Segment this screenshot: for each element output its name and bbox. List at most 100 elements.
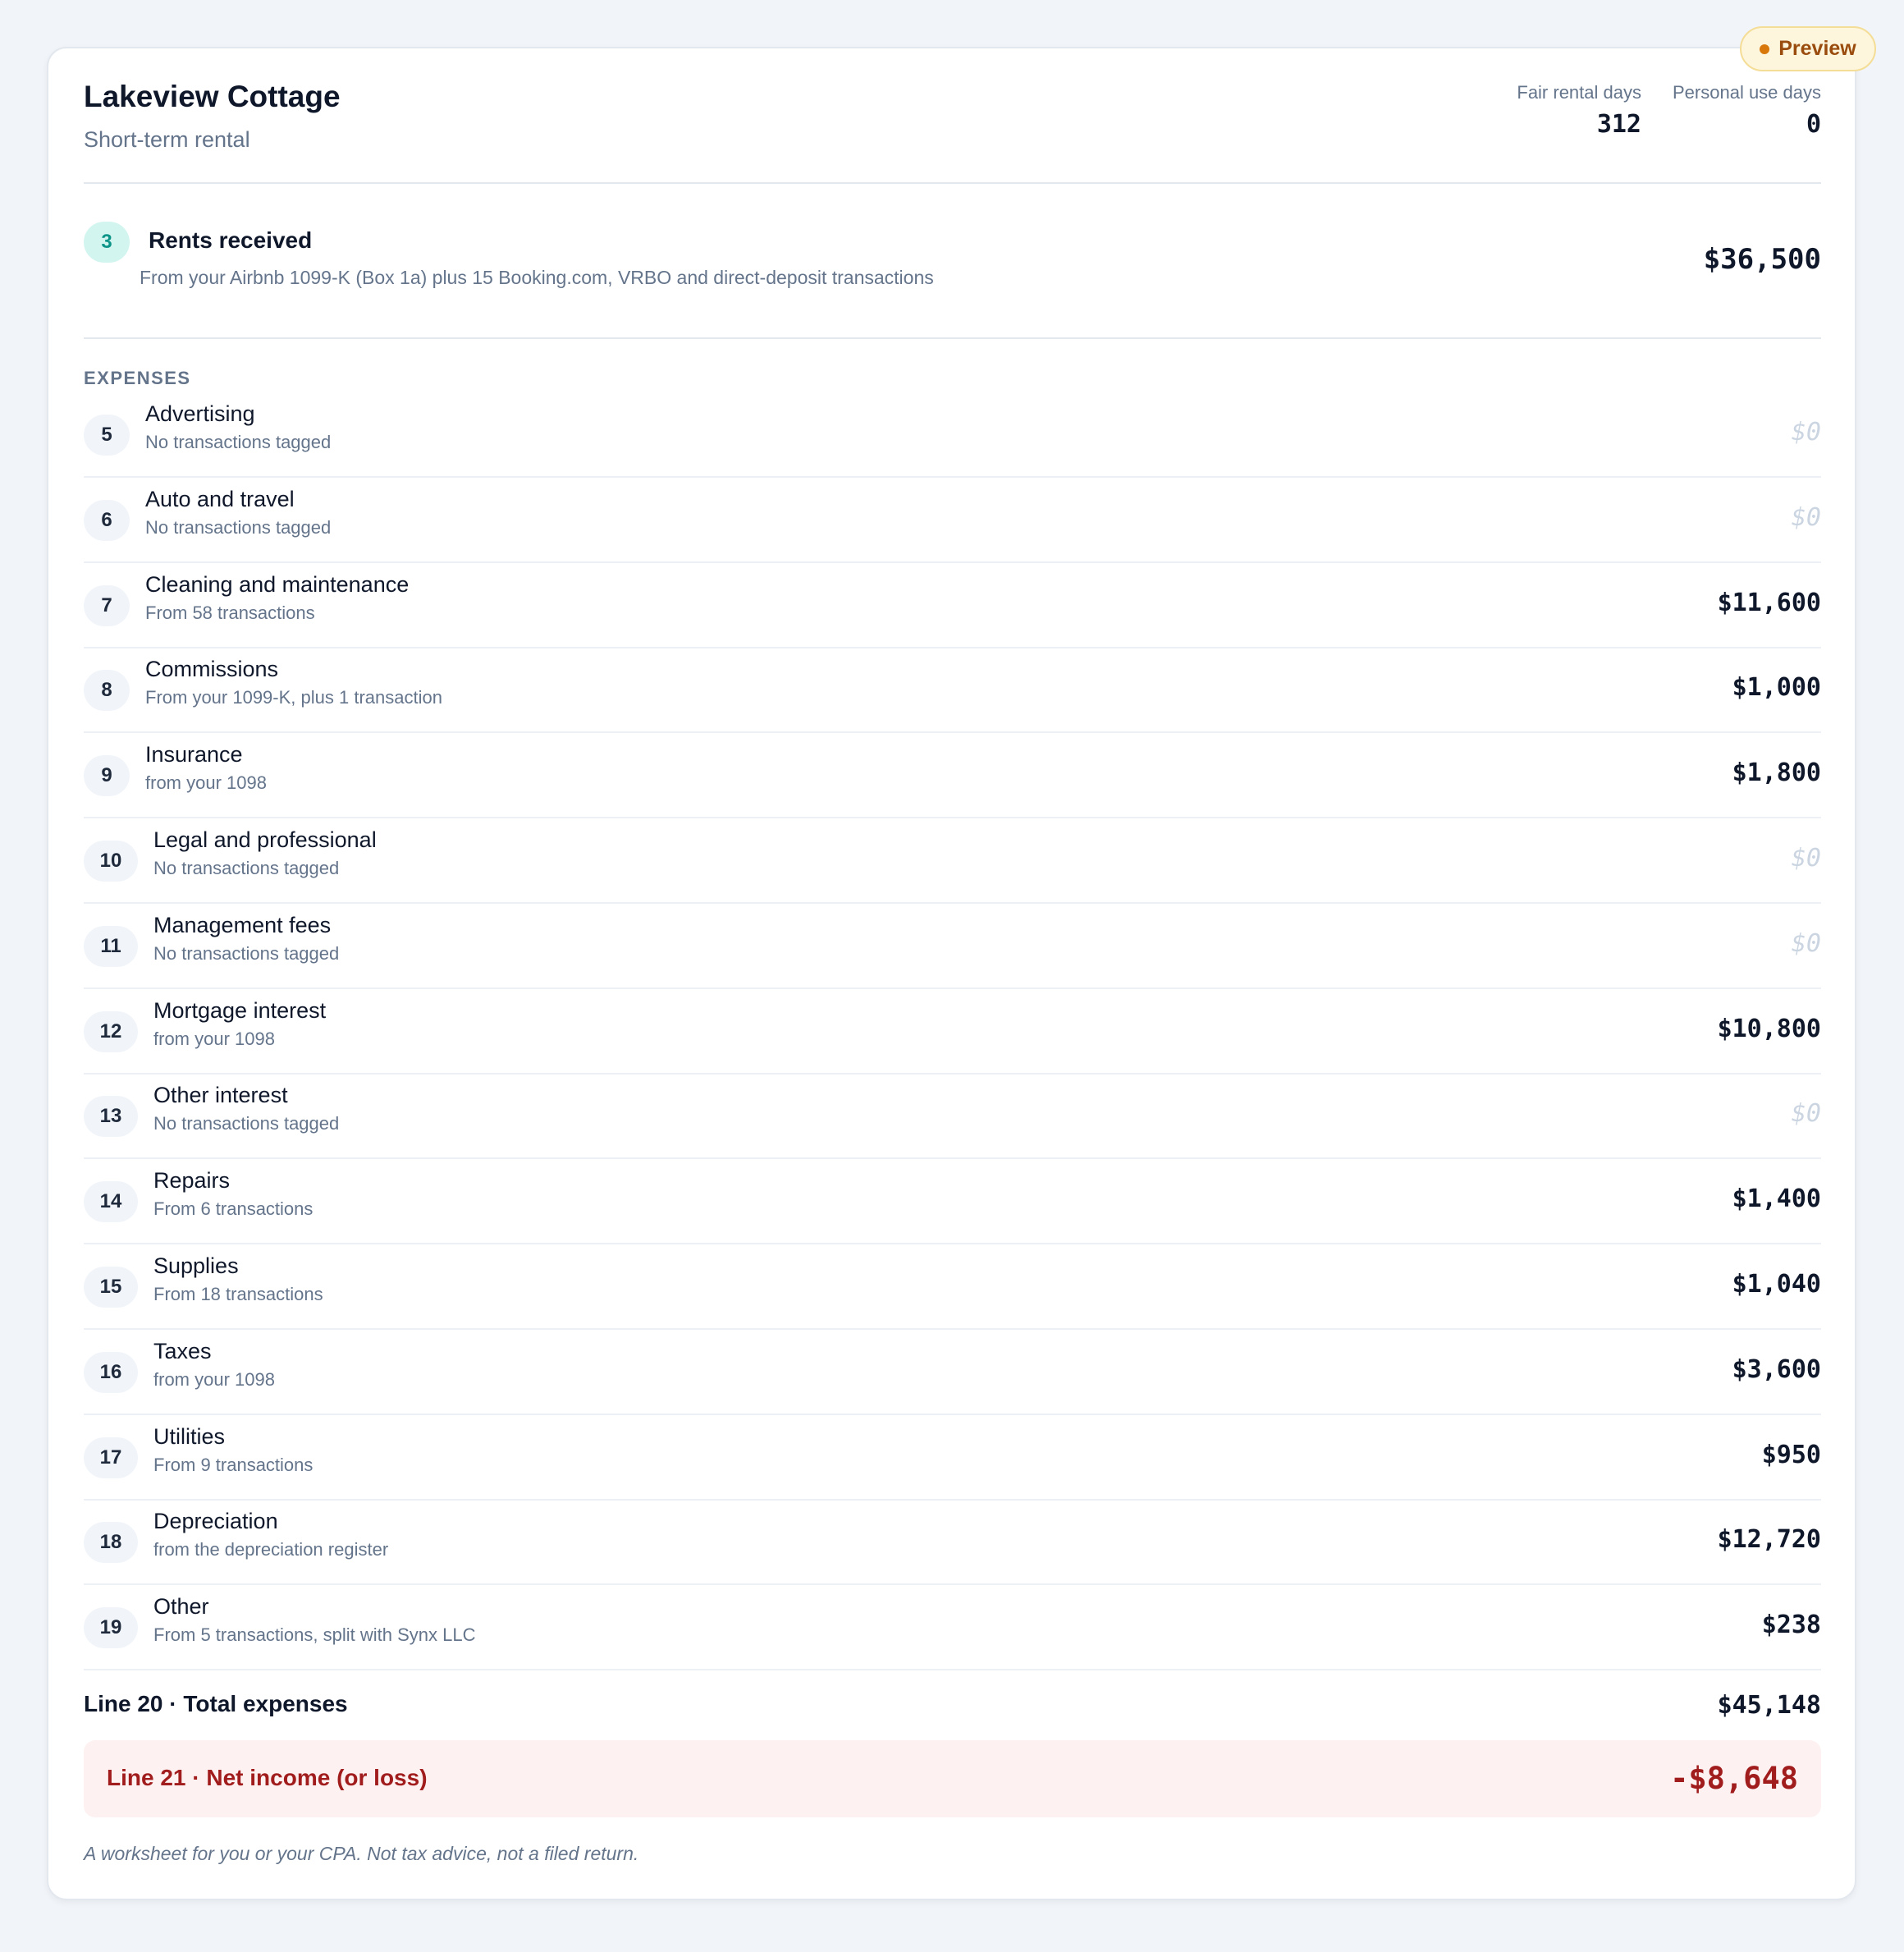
expense-amount: $1,400 bbox=[1732, 1184, 1821, 1214]
expense-row[interactable]: 10 Legal and professional No transactions … bbox=[84, 819, 1821, 904]
expense-label: Management fees bbox=[153, 912, 332, 937]
expense-row[interactable]: 7 Cleaning and maintenance From 58 transac… bbox=[84, 564, 1821, 648]
expense-row[interactable]: 16 Taxes from your 1098 $3,600 bbox=[84, 1331, 1821, 1415]
expense-label: Other bbox=[153, 1594, 209, 1620]
expense-label: Legal and professional bbox=[153, 827, 377, 852]
expense-amount: $0 bbox=[1791, 418, 1821, 447]
line-number-badge: 6 bbox=[84, 499, 130, 541]
expense-amount: $1,800 bbox=[1732, 758, 1821, 788]
line-number-badge: 8 bbox=[84, 670, 130, 712]
expense-label: Insurance bbox=[145, 742, 243, 768]
line-number-badge: 12 bbox=[84, 1010, 138, 1052]
fair-rental-days-stat: Fair rental days 312 bbox=[1517, 82, 1641, 139]
line-number-badge: 5 bbox=[84, 415, 130, 456]
expense-row[interactable]: 14 Repairs From 6 transactions $1,400 bbox=[84, 1160, 1821, 1245]
line-number-badge: 19 bbox=[84, 1607, 138, 1649]
row-divider bbox=[84, 1583, 1821, 1586]
expense-amount: $0 bbox=[1791, 844, 1821, 873]
row-divider bbox=[84, 476, 1821, 478]
expense-row[interactable]: 5 Advertising No transactions tagged $0 bbox=[84, 393, 1821, 478]
fair-rental-days-label: Fair rental days bbox=[1517, 82, 1641, 103]
line-number-badge: 11 bbox=[84, 925, 138, 967]
total-expenses-label: Line 20 · Total expenses bbox=[84, 1691, 348, 1716]
expense-row[interactable]: 12 Mortgage interest from your 1098 $10,800 bbox=[84, 990, 1821, 1075]
expense-source: No transactions tagged bbox=[153, 942, 340, 964]
row-divider bbox=[84, 1413, 1821, 1415]
row-divider bbox=[84, 1498, 1821, 1501]
status-dot-icon bbox=[1760, 44, 1770, 54]
expense-amount: $12,720 bbox=[1717, 1525, 1821, 1555]
expense-label: Repairs bbox=[153, 1168, 231, 1194]
expense-source: No transactions tagged bbox=[153, 858, 340, 878]
personal-use-days-stat: Personal use days 0 bbox=[1673, 82, 1821, 139]
row-divider bbox=[84, 561, 1821, 563]
expense-source: from your 1098 bbox=[153, 1368, 275, 1390]
expense-row[interactable]: 17 Utilities From 9 transactions $950 bbox=[84, 1416, 1821, 1501]
preview-badge: Preview bbox=[1740, 26, 1876, 71]
expense-source: from your 1098 bbox=[153, 1028, 275, 1049]
property-type: Short-term rental bbox=[84, 127, 250, 152]
expense-label: Mortgage interest bbox=[153, 997, 327, 1023]
expense-row[interactable]: 13 Other interest No transactions tagged $0 bbox=[84, 1075, 1821, 1160]
row-divider bbox=[84, 987, 1821, 989]
expense-source: From 9 transactions bbox=[153, 1454, 314, 1475]
expense-amount: $0 bbox=[1791, 1099, 1821, 1129]
expense-row[interactable]: 11 Management fees No transactions tagged $… bbox=[84, 905, 1821, 989]
preview-badge-label: Preview bbox=[1778, 37, 1856, 60]
expense-row[interactable]: 6 Auto and travel No transactions tagged $0 bbox=[84, 479, 1821, 563]
expense-amount: $950 bbox=[1761, 1440, 1821, 1469]
expense-label: Supplies bbox=[153, 1253, 239, 1278]
line-number-badge: 10 bbox=[84, 841, 138, 882]
row-divider bbox=[84, 902, 1821, 904]
expense-source: No transactions tagged bbox=[153, 1113, 340, 1134]
expense-row[interactable]: 18 Depreciation from the depreciation regi… bbox=[84, 1501, 1821, 1586]
row-divider bbox=[84, 1328, 1821, 1330]
line-number-badge: 18 bbox=[84, 1522, 138, 1564]
expense-label: Depreciation bbox=[153, 1509, 278, 1534]
expense-label: Other interest bbox=[153, 1083, 288, 1108]
expense-amount: $238 bbox=[1761, 1611, 1821, 1640]
line-number-badge: 9 bbox=[84, 755, 130, 797]
row-divider bbox=[84, 646, 1821, 648]
net-income-amount: -$8,648 bbox=[1670, 1761, 1798, 1796]
expense-row[interactable]: 9 Insurance from your 1098 $1,800 bbox=[84, 734, 1821, 819]
expense-row[interactable]: 8 Commissions From your 1099-K, plus 1 tra… bbox=[84, 648, 1821, 734]
expense-source: From your 1099-K, plus 1 transaction bbox=[145, 687, 442, 708]
expense-row[interactable]: 15 Supplies From 18 transactions $1,040 bbox=[84, 1245, 1821, 1330]
line-number-badge: 17 bbox=[84, 1437, 138, 1478]
net-income-box: Line 21 · Net income (or loss) -$8,648 bbox=[84, 1740, 1821, 1817]
rents-line-badge: 3 bbox=[84, 222, 130, 263]
expense-source: From 18 transactions bbox=[153, 1284, 323, 1304]
expense-source: from your 1098 bbox=[145, 772, 267, 794]
row-divider bbox=[84, 1669, 1821, 1671]
line-number-badge: 7 bbox=[84, 584, 130, 626]
fair-rental-days-value: 312 bbox=[1596, 110, 1641, 139]
expense-amount: $1,040 bbox=[1732, 1270, 1821, 1299]
expense-row[interactable]: 19 Other From 5 transactions, split with S… bbox=[84, 1586, 1821, 1671]
expense-label: Utilities bbox=[153, 1423, 226, 1449]
personal-use-days-label: Personal use days bbox=[1673, 82, 1821, 103]
rents-divider bbox=[84, 337, 1821, 339]
expense-source: from the depreciation register bbox=[153, 1539, 389, 1560]
expense-amount: $1,000 bbox=[1732, 673, 1821, 703]
line-number-badge: 14 bbox=[84, 1181, 138, 1223]
expense-amount: $11,600 bbox=[1717, 588, 1821, 617]
row-divider bbox=[84, 1157, 1821, 1160]
disclaimer-footnote: A worksheet for you or your CPA. Not tax… bbox=[84, 1843, 639, 1864]
expense-amount: $0 bbox=[1791, 502, 1821, 532]
line-number-badge: 16 bbox=[84, 1351, 138, 1393]
expense-amount: $0 bbox=[1791, 928, 1821, 958]
header-divider bbox=[84, 182, 1821, 184]
expense-label: Commissions bbox=[145, 657, 279, 682]
expenses-section-label: EXPENSES bbox=[84, 368, 191, 388]
net-income-label: Line 21 · Net income (or loss) bbox=[107, 1765, 428, 1790]
personal-use-days-value: 0 bbox=[1806, 110, 1821, 139]
property-name: Lakeview Cottage bbox=[84, 80, 341, 113]
expense-source: From 6 transactions bbox=[153, 1198, 314, 1220]
expense-label: Cleaning and maintenance bbox=[145, 571, 410, 597]
row-divider bbox=[84, 1072, 1821, 1075]
total-expenses-amount: $45,148 bbox=[1717, 1691, 1821, 1720]
row-divider bbox=[84, 1243, 1821, 1245]
row-divider bbox=[84, 731, 1821, 734]
expense-source: No transactions tagged bbox=[145, 432, 332, 452]
